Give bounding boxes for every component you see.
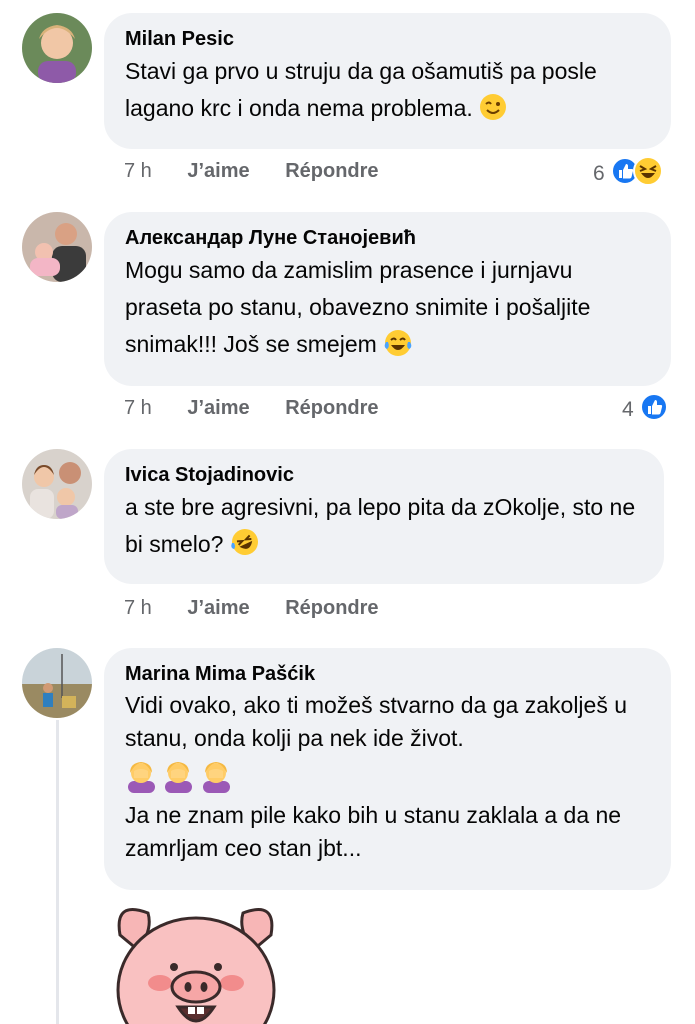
avatar[interactable] bbox=[22, 212, 92, 282]
reply-button[interactable]: Répondre bbox=[285, 160, 378, 182]
comment-time[interactable]: 7 h bbox=[124, 160, 152, 182]
reaction-count: 4 bbox=[622, 398, 634, 421]
comment-text: Mogu samo da zamislim prasence i jurnjav… bbox=[125, 252, 649, 368]
comment-bubble: Александар Луне Станојевић Mogu samo da … bbox=[104, 212, 671, 386]
rolling-laughing-emoji bbox=[230, 527, 260, 568]
comment-actions: 7 h J’aime Répondre bbox=[124, 597, 409, 620]
comment-author[interactable]: Ivica Stojadinovic bbox=[125, 463, 642, 487]
woman-facepalming-emoji bbox=[200, 759, 233, 798]
comment-text: a ste bre agresivni, pa lepo pita da zOk… bbox=[125, 489, 642, 568]
comment-author[interactable]: Александар Луне Станојевић bbox=[125, 226, 649, 250]
comment-text: Stavi ga prvo u struju da ga ošamutiš pa… bbox=[125, 53, 649, 132]
comment-author[interactable]: Marina Mima Pašćik bbox=[125, 662, 649, 686]
comment-bubble: Marina Mima Pašćik Vidi ovako, ako ti mo… bbox=[104, 648, 671, 890]
avatar[interactable] bbox=[22, 449, 92, 519]
like-button[interactable]: J’aime bbox=[187, 397, 249, 419]
like-button[interactable]: J’aime bbox=[187, 160, 249, 182]
avatar[interactable] bbox=[22, 648, 92, 718]
like-button[interactable]: J’aime bbox=[187, 597, 249, 619]
facepalm-emoji-row bbox=[125, 755, 649, 799]
comment-time[interactable]: 7 h bbox=[124, 597, 152, 619]
comment-actions: 7 h J’aime Répondre bbox=[124, 160, 409, 183]
reaction-count: 6 bbox=[593, 162, 605, 185]
pig-sticker[interactable] bbox=[108, 895, 283, 1024]
comment-actions: 7 h J’aime Répondre bbox=[124, 397, 409, 420]
like-reaction-icon bbox=[639, 393, 668, 427]
reply-thread-line bbox=[56, 720, 59, 1024]
comment-author[interactable]: Milan Pesic bbox=[125, 27, 649, 51]
tears-of-joy-emoji bbox=[383, 329, 413, 368]
comment-text-continued: Ja ne znam pile kako bih u stanu zaklala… bbox=[125, 802, 622, 861]
woman-facepalming-emoji bbox=[162, 759, 195, 798]
comment-bubble: Milan Pesic Stavi ga prvo u struju da ga… bbox=[104, 13, 671, 149]
reaction-summary[interactable]: 4 bbox=[622, 393, 668, 427]
reply-button[interactable]: Répondre bbox=[285, 597, 378, 619]
reply-button[interactable]: Répondre bbox=[285, 397, 378, 419]
comment-text: Vidi ovako, ako ti možeš stvarno da ga z… bbox=[125, 692, 628, 751]
avatar[interactable] bbox=[22, 13, 92, 83]
comment-time[interactable]: 7 h bbox=[124, 397, 152, 419]
reaction-summary[interactable]: 6 bbox=[593, 156, 663, 192]
woman-facepalming-emoji bbox=[125, 759, 158, 798]
haha-reaction-icon bbox=[632, 156, 663, 192]
comment-bubble: Ivica Stojadinovic a ste bre agresivni, … bbox=[104, 449, 664, 584]
wink-emoji bbox=[479, 93, 507, 132]
